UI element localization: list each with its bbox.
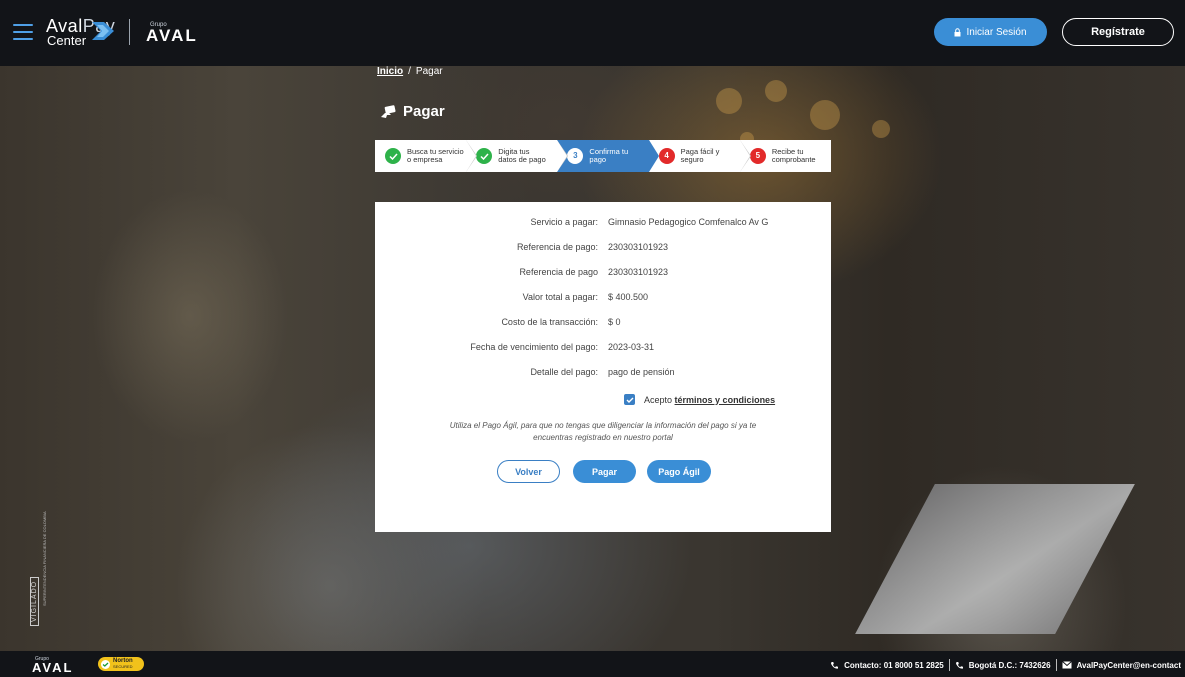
step-confirm-payment: 3 Confirma tu pago <box>557 140 659 172</box>
contact-phone[interactable]: Contacto: 01 8000 51 2825 <box>844 661 944 670</box>
summary-row: Referencia de pago 230303101923 <box>519 267 669 277</box>
step-number-badge: 4 <box>658 148 675 164</box>
superintendencia-label: SUPERINTENDENCIA FINANCIERA DE COLOMBIA <box>42 511 47 606</box>
breadcrumb-home-link[interactable]: Inicio <box>377 66 403 77</box>
terms-acceptance: Acepto términos y condiciones <box>624 394 775 405</box>
check-icon <box>101 659 110 669</box>
page-title: Pagar <box>380 103 445 120</box>
vigilado-badge: VIGILADO <box>30 576 39 626</box>
pay-button[interactable]: Pagar <box>573 460 636 483</box>
summary-row: Servicio a pagar: Gimnasio Pedagogico Com… <box>530 217 769 227</box>
mail-icon <box>1061 661 1072 669</box>
summary-row: Referencia de pago: 230303101923 <box>516 242 669 252</box>
summary-row: Costo de la transacción: $ 0 <box>501 317 621 327</box>
bogota-phone[interactable]: Bogotá D.C.: 7432626 <box>969 661 1051 670</box>
register-button[interactable]: Regístrate <box>1062 18 1174 46</box>
payment-summary-card: Servicio a pagar: Gimnasio Pedagogico Com… <box>375 202 831 532</box>
step-number-badge: 3 <box>567 148 584 164</box>
logo-divider <box>129 19 130 45</box>
back-button[interactable]: Volver <box>497 460 560 483</box>
grupo-aval-logo: Grupo AVAL <box>146 22 198 45</box>
bokeh-light <box>810 100 840 130</box>
payment-stepper: Busca tu servicio o empresa Digita tus dat… <box>375 140 832 172</box>
check-icon <box>476 148 493 164</box>
summary-row: Detalle del pago: pago de pensión <box>530 367 675 377</box>
top-navigation-bar: AvalPay Center Grupo AVAL Iniciar Sesión… <box>0 0 1185 66</box>
phone-icon <box>831 661 839 669</box>
footer-divider <box>1055 659 1057 671</box>
footer-bar: Grupo AVAL Norton SECURED Contacto: 01 80… <box>0 651 1185 677</box>
contact-email[interactable]: AvalPayCenter@en-contact <box>1077 661 1181 670</box>
check-icon <box>385 148 401 164</box>
summary-row: Valor total a pagar: $ 400.500 <box>522 292 649 302</box>
breadcrumb: Inicio / Pagar <box>377 66 443 77</box>
step-search-service: Busca tu servicio o empresa <box>375 140 478 172</box>
step-number-badge: 5 <box>749 148 766 164</box>
norton-secured-badge[interactable]: Norton SECURED <box>98 657 144 671</box>
summary-row: Fecha de vencimiento del pago: 2023-03-31 <box>470 342 655 352</box>
grupo-aval-footer-logo: Grupo AVAL <box>32 656 74 675</box>
laptop-image <box>855 484 1135 634</box>
menu-icon[interactable] <box>13 24 33 40</box>
step-receipt: 5 Recibe tu comprobante <box>739 140 832 172</box>
hand-card-icon <box>381 104 396 118</box>
avalpay-arrow-icon <box>92 22 114 40</box>
breadcrumb-separator: / <box>408 66 411 77</box>
login-button[interactable]: Iniciar Sesión <box>934 18 1047 46</box>
terms-prefix: Acepto <box>644 394 673 405</box>
step-pay: 4 Paga fácil y seguro <box>648 140 751 172</box>
quick-pay-note: Utiliza el Pago Ágil, para que no tengas… <box>449 421 757 442</box>
footer-divider <box>948 659 950 671</box>
terms-checkbox[interactable] <box>624 394 635 405</box>
bokeh-light <box>716 88 742 114</box>
page-title-text: Pagar <box>403 103 445 120</box>
footer-contacts: Contacto: 01 8000 51 2825 Bogotá D.C.: 7… <box>830 659 1181 671</box>
bokeh-light <box>872 120 890 138</box>
breadcrumb-current: Pagar <box>415 66 443 77</box>
terms-link[interactable]: términos y condiciones <box>675 395 776 405</box>
step-enter-data: Digita tus datos de pago <box>466 140 569 172</box>
login-label: Iniciar Sesión <box>966 26 1027 38</box>
phone-icon <box>955 661 963 669</box>
lock-icon <box>954 27 961 36</box>
quick-pay-button[interactable]: Pago Ágil <box>647 460 711 483</box>
bokeh-light <box>765 80 787 102</box>
